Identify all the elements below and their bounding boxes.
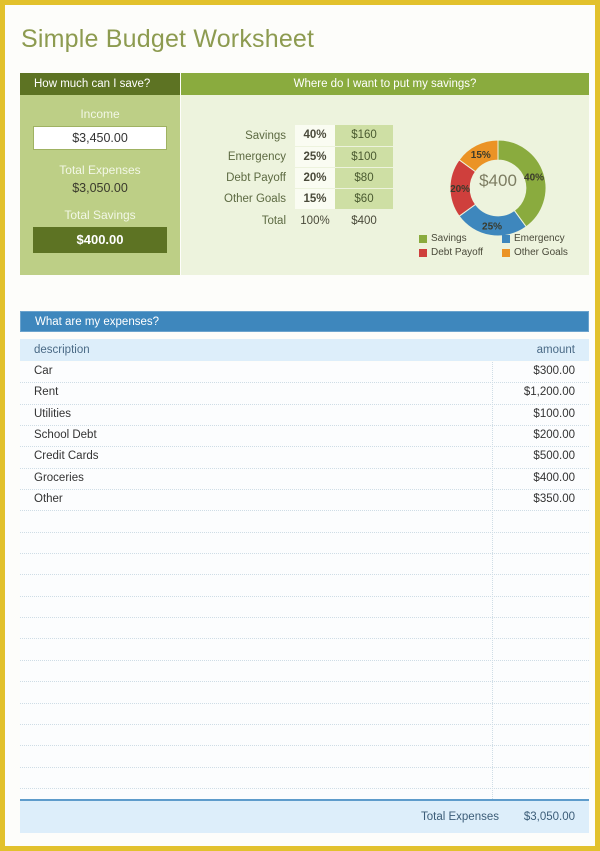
chart-legend: Savings Emergency Debt Payoff Other Goals: [419, 233, 579, 258]
income-label: Income: [80, 107, 120, 121]
legend-item: Debt Payoff: [419, 247, 496, 258]
column-header-description: description: [34, 344, 90, 356]
table-row[interactable]: Rent $1,200.00: [20, 383, 589, 405]
expense-description[interactable]: School Debt: [34, 429, 97, 441]
save-panel-header: How much can I save?: [20, 73, 180, 95]
allocation-amount: $80: [335, 167, 393, 189]
total-expenses-value: $3,050.00: [72, 181, 128, 195]
allocation-label: Other Goals: [224, 192, 286, 205]
legend-swatch-icon: [419, 248, 427, 257]
savings-panel-body: Savings 40% $160 Emergency 25% $100 Debt Payof…: [181, 95, 589, 275]
legend-item: Emergency: [502, 233, 579, 244]
table-row-empty[interactable]: [20, 597, 589, 619]
expense-description[interactable]: Credit Cards: [34, 450, 99, 462]
legend-label: Emergency: [514, 233, 565, 244]
legend-swatch-icon: [419, 234, 427, 243]
total-expenses-label: Total Expenses: [59, 163, 141, 177]
table-row-empty[interactable]: [20, 554, 589, 576]
allocation-total-amount: $400: [351, 215, 377, 228]
expense-amount[interactable]: $200.00: [533, 429, 575, 441]
allocation-percent[interactable]: 20%: [295, 167, 335, 189]
legend-label: Other Goals: [514, 247, 568, 258]
expense-description[interactable]: Rent: [34, 386, 58, 398]
allocation-table: Savings 40% $160 Emergency 25% $100 Debt Payof…: [203, 125, 393, 230]
page-title: Simple Budget Worksheet: [21, 25, 315, 53]
table-row-empty[interactable]: [20, 511, 589, 533]
table-row-empty[interactable]: [20, 768, 589, 789]
expense-description[interactable]: Utilities: [34, 408, 71, 420]
expense-amount[interactable]: $400.00: [533, 472, 575, 484]
expense-description[interactable]: Other: [34, 493, 63, 505]
allocation-amount: $60: [335, 188, 393, 210]
expense-amount[interactable]: $100.00: [533, 408, 575, 420]
legend-item: Savings: [419, 233, 496, 244]
allocation-percent[interactable]: 25%: [295, 146, 335, 168]
allocation-label: Debt Payoff: [226, 171, 286, 184]
table-row[interactable]: Utilities $100.00: [20, 405, 589, 427]
table-row-empty[interactable]: [20, 725, 589, 747]
footer-total-value: $3,050.00: [523, 811, 575, 823]
allocation-row: Emergency 25% $100: [203, 146, 393, 168]
donut-center-label: $400: [479, 171, 517, 190]
legend-label: Debt Payoff: [431, 247, 484, 258]
allocation-total-row: Total 100% $400: [203, 209, 393, 230]
savings-panel-header: Where do I want to put my savings?: [181, 73, 589, 95]
donut-slice-label: 15%: [471, 150, 491, 161]
column-header-amount: amount: [536, 344, 575, 356]
table-row[interactable]: Groceries $400.00: [20, 469, 589, 491]
legend-label: Savings: [431, 233, 467, 244]
expense-description[interactable]: Car: [34, 365, 53, 377]
table-row[interactable]: Credit Cards $500.00: [20, 447, 589, 469]
table-row-empty[interactable]: [20, 746, 589, 768]
expense-amount[interactable]: $350.00: [533, 493, 575, 505]
table-row-empty[interactable]: [20, 533, 589, 555]
allocation-amount: $160: [335, 125, 393, 147]
allocation-row: Other Goals 15% $60: [203, 188, 393, 210]
expense-amount[interactable]: $1,200.00: [524, 386, 575, 398]
footer-total-label: Total Expenses: [421, 811, 499, 823]
expense-amount[interactable]: $500.00: [533, 450, 575, 462]
table-row-empty[interactable]: [20, 682, 589, 704]
allocation-label: Savings: [245, 129, 286, 142]
legend-item: Other Goals: [502, 247, 579, 258]
table-row-empty[interactable]: [20, 704, 589, 725]
table-row-empty[interactable]: [20, 661, 589, 683]
table-row-empty[interactable]: [20, 639, 589, 661]
total-savings-label: Total Savings: [64, 208, 136, 222]
expense-amount[interactable]: $300.00: [533, 365, 575, 377]
table-row-empty[interactable]: [20, 618, 589, 640]
expenses-footer: Total Expenses $3,050.00: [20, 799, 589, 833]
allocation-percent[interactable]: 40%: [295, 125, 335, 147]
allocation-label: Emergency: [227, 150, 286, 163]
allocation-total-percent: 100%: [300, 215, 330, 228]
expense-description[interactable]: Groceries: [34, 472, 84, 484]
expenses-table: Car $300.00 Rent $1,200.00 Utilities $100.00 S…: [20, 362, 589, 811]
table-row-empty[interactable]: [20, 575, 589, 597]
worksheet-page: Simple Budget Worksheet How much can I s…: [0, 0, 600, 851]
table-row[interactable]: School Debt $200.00: [20, 426, 589, 448]
total-savings-value: $400.00: [33, 227, 167, 253]
expenses-column-headers: description amount: [20, 339, 589, 361]
income-input[interactable]: $3,450.00: [33, 126, 167, 150]
expenses-header: What are my expenses?: [20, 311, 589, 332]
legend-swatch-icon: [502, 234, 510, 243]
legend-swatch-icon: [502, 248, 510, 257]
table-row[interactable]: Car $300.00: [20, 362, 589, 384]
allocation-amount: $100: [335, 146, 393, 168]
allocation-row: Debt Payoff 20% $80: [203, 167, 393, 189]
allocation-row: Savings 40% $160: [203, 125, 393, 147]
save-panel-body: Income $3,450.00 Total Expenses $3,050.0…: [20, 95, 180, 275]
allocation-percent[interactable]: 15%: [295, 188, 335, 210]
allocation-total-label: Total: [261, 215, 286, 227]
table-row[interactable]: Other $350.00: [20, 490, 589, 512]
donut-slice-label: 25%: [482, 221, 502, 232]
